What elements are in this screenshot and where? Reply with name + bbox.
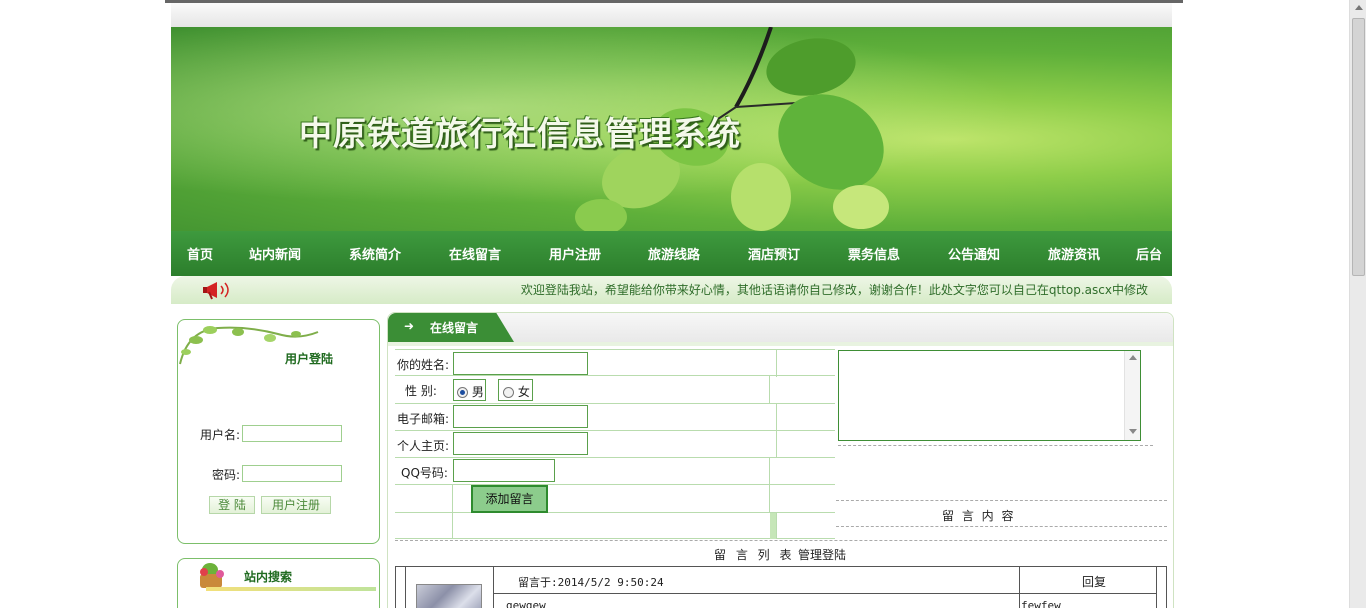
submit-row [395,485,835,513]
nav-news[interactable]: 站内新闻 [249,244,301,263]
password-input[interactable] [242,465,342,482]
message-timestamp: 留言于:2014/5/2 9:50:24 [518,576,664,589]
cell-divider [776,513,777,539]
table-border [493,567,494,608]
name-row: 你的姓名: [395,349,835,377]
password-label: 密码: [212,468,241,482]
add-message-button[interactable]: 添加留言 [471,485,548,513]
message-list-table: 留言于:2014/5/2 9:50:24 回复 gewgew fewfew [395,566,1167,608]
gender-label: 性 别: [405,384,437,398]
login-panel: 用户登陆 用户名: 密码: 登 陆 用户注册 [177,319,380,544]
qq-label: QQ号码: [401,466,448,480]
qq-input[interactable] [453,459,555,482]
cell-divider [769,485,770,513]
message-content-textarea[interactable] [838,350,1141,441]
cell-divider [452,513,453,539]
textarea-scrollbar[interactable] [1124,351,1140,440]
radio-male[interactable] [457,387,468,398]
guestbook-tab-title: 在线留言 [430,321,479,335]
username-input[interactable] [242,425,342,442]
main-nav: 首页 站内新闻 系统简介 在线留言 用户注册 旅游线路 酒店预订 票务信息 公告… [171,231,1172,276]
homepage-row: 个人主页: [395,431,835,458]
nav-notices[interactable]: 公告通知 [948,244,1000,263]
cell-divider [769,376,770,404]
admin-login-link[interactable]: 管理登陆 [798,546,846,563]
email-row: 电子邮箱: [395,404,835,431]
table-border [1156,567,1157,608]
site-banner: 中原铁道旅行社信息管理系统 [171,27,1172,231]
register-button[interactable]: 用户注册 [261,496,331,514]
table-border [494,593,1156,594]
username-label: 用户名: [200,428,241,442]
qq-row: QQ号码: [395,458,835,485]
welcome-strip: 欢迎登陆我站，希望能给你带来好心情，其他话语请你自己修改，谢谢合作！此处文字您可… [171,276,1172,304]
message-text: gewgew [506,599,546,608]
gender-row: 性 别: 男 女 [395,376,835,404]
avatar [416,584,482,608]
site-title: 中原铁道旅行社信息管理系统 [299,114,741,153]
table-border [405,567,406,608]
email-label: 电子邮箱: [397,412,450,426]
nav-tickets[interactable]: 票务信息 [848,244,900,263]
search-underline [206,587,376,591]
cell-divider [769,458,770,485]
cell-divider [776,350,777,377]
megaphone-icon [203,282,229,300]
scrollbar-thumb[interactable] [1352,18,1365,276]
dashed-divider [836,526,1167,527]
homepage-label: 个人主页: [397,439,450,453]
nav-guestbook[interactable]: 在线留言 [449,244,501,263]
search-title: 站内搜索 [244,570,293,584]
message-list-title: 留 言 列 表 [714,548,795,562]
site-search-panel: 站内搜索 [177,558,380,608]
nav-about[interactable]: 系统简介 [349,244,401,263]
welcome-marquee: 欢迎登陆我站，希望能给你带来好心情，其他话语请你自己修改，谢谢合作！此处文字您可… [520,283,1148,297]
page: 中原铁道旅行社信息管理系统 首页 站内新闻 系统简介 在线留言 用户注册 旅游线… [0,0,1366,608]
top-gradient-bar [171,3,1172,27]
dashed-divider [395,540,1167,541]
nav-admin[interactable]: 后台 [1136,244,1162,263]
cell-divider [452,485,453,513]
name-input[interactable] [453,352,588,375]
nav-register[interactable]: 用户注册 [549,244,601,263]
content-label: 留 言 内 容 [942,509,1016,523]
reply-button[interactable]: 回复 [1082,573,1106,590]
dashed-divider [838,445,1153,446]
guestbook-header: ➜ 在线留言 [388,313,1173,342]
nav-travel-info[interactable]: 旅游资讯 [1048,244,1100,263]
scroll-up-icon[interactable] [1355,5,1363,10]
name-label: 你的姓名: [397,358,450,372]
reply-text: fewfew [1021,599,1061,608]
dashed-divider [836,500,1167,501]
nav-home[interactable]: 首页 [187,244,213,263]
radio-female[interactable] [503,387,514,398]
cell-divider [776,404,777,431]
login-title: 用户登陆 [285,352,334,366]
nav-hotel[interactable]: 酒店预订 [748,244,800,263]
scroll-down-icon[interactable] [1129,429,1137,434]
gender-female-option[interactable]: 女 [498,379,533,401]
login-button[interactable]: 登 陆 [209,496,255,514]
nav-routes[interactable]: 旅游线路 [648,244,700,263]
header-underline [388,342,1173,346]
gender-male-option[interactable]: 男 [453,379,486,401]
homepage-input[interactable] [453,432,588,455]
email-input[interactable] [453,405,588,428]
guestbook-tab: ➜ 在线留言 [388,313,514,342]
page-scrollbar[interactable] [1349,0,1366,608]
cell-divider [776,431,777,458]
empty-row [395,513,835,539]
scroll-up-icon[interactable] [1129,355,1137,360]
arrow-right-icon: ➜ [404,319,415,333]
table-border [1019,567,1020,608]
gender-female-label: 女 [517,385,530,399]
gender-male-label: 男 [471,385,484,399]
